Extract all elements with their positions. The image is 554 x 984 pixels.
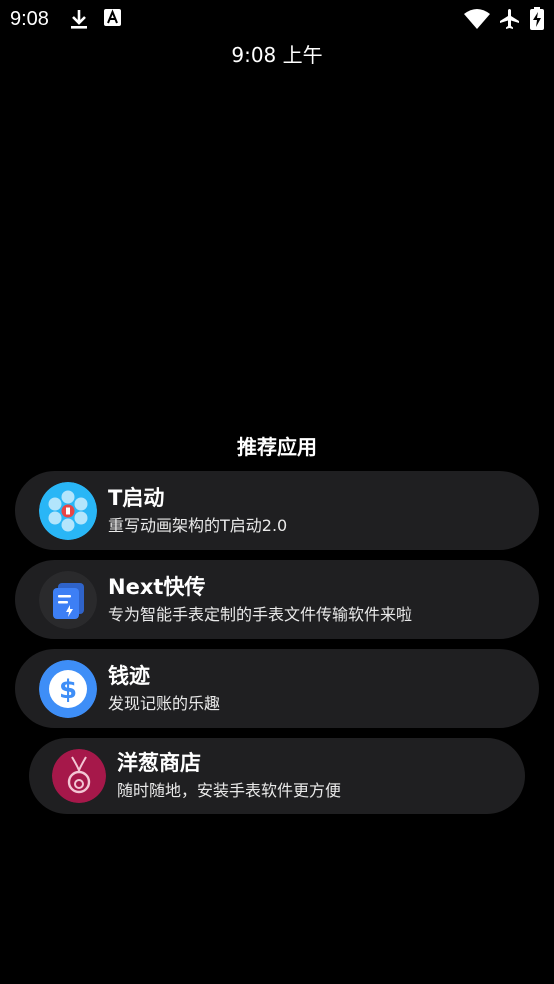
file-transfer-icon (39, 571, 97, 629)
t-launcher-icon (39, 482, 97, 540)
app-card-qianji[interactable]: $ 钱迹 发现记账的乐趣 (15, 649, 539, 728)
download-icon (68, 7, 90, 35)
a-badge-icon (103, 7, 123, 33)
app-description: 发现记账的乐趣 (108, 694, 221, 713)
app-name: T启动 (108, 486, 165, 510)
battery-charging-icon (530, 7, 544, 35)
section-title: 推荐应用 (237, 435, 317, 459)
app-name: 钱迹 (108, 664, 150, 688)
app-card-onion-store[interactable]: 洋葱商店 随时随地，安装手表软件更方便 (29, 738, 525, 814)
svg-text:$: $ (59, 675, 77, 705)
app-name: 洋葱商店 (117, 751, 201, 775)
clock-display: 9:08 上午 (231, 43, 323, 67)
wifi-icon (463, 8, 491, 34)
status-time: 9:08 (10, 8, 49, 30)
app-description: 专为智能手表定制的手表文件传输软件来啦 (108, 605, 413, 624)
app-name: Next快传 (108, 575, 206, 599)
app-card-t-launcher[interactable]: T启动 重写动画架构的T启动2.0 (15, 471, 539, 550)
app-description: 重写动画架构的T启动2.0 (108, 516, 288, 535)
app-description: 随时随地，安装手表软件更方便 (117, 781, 342, 800)
onion-icon (52, 749, 106, 803)
dollar-icon: $ (39, 660, 97, 718)
status-bar: 9:08 (0, 0, 554, 38)
app-card-next-transfer[interactable]: Next快传 专为智能手表定制的手表文件传输软件来啦 (15, 560, 539, 639)
airplane-icon (497, 7, 523, 35)
